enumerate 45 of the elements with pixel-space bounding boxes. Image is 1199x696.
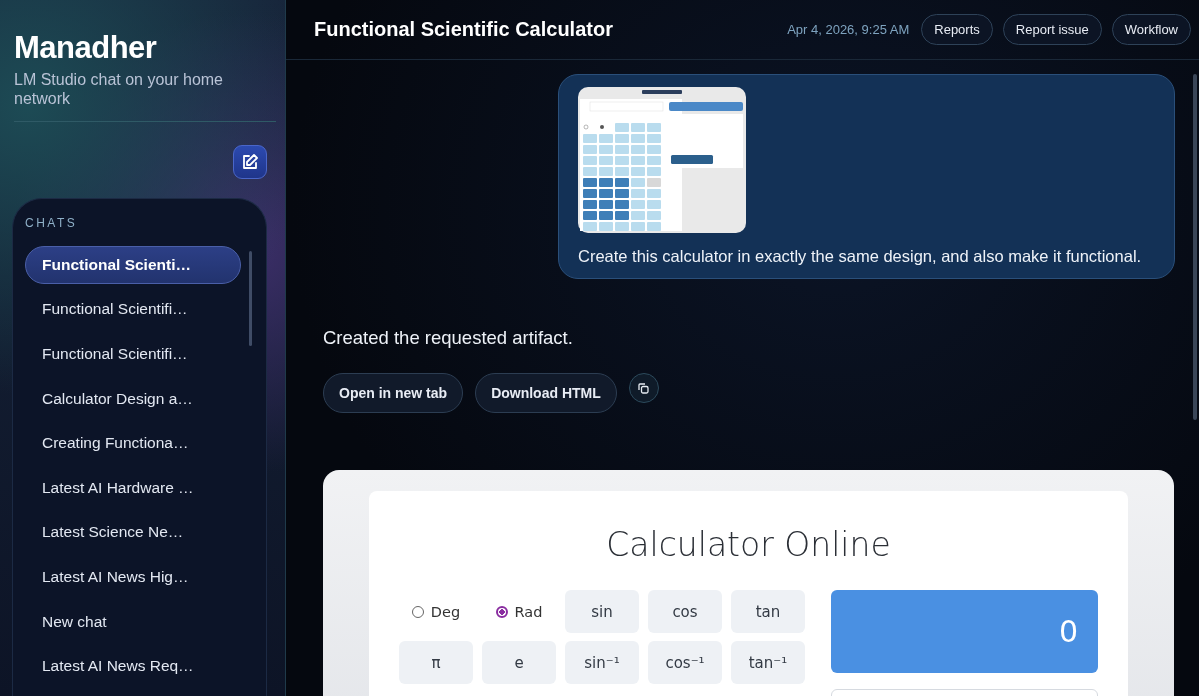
- angle-mode-radio[interactable]: Rad: [482, 590, 556, 633]
- timestamp: Apr 4, 2026, 9:25 AM: [787, 22, 910, 37]
- new-chat-button[interactable]: [233, 145, 267, 179]
- radio-label: Deg: [430, 603, 461, 620]
- copy-icon: [638, 382, 650, 394]
- chat-item[interactable]: Functional Scientifi…: [25, 335, 241, 373]
- calculator-key[interactable]: tan: [731, 590, 805, 633]
- chat-item[interactable]: Latest AI News Req…: [25, 647, 241, 685]
- chat-item[interactable]: Calculator Design a…: [25, 379, 241, 418]
- header-button[interactable]: Workflow: [1111, 14, 1191, 45]
- calculator-title: Calculator Online: [606, 525, 891, 564]
- calculator-key[interactable]: e: [482, 641, 556, 684]
- scrollbar[interactable]: [249, 251, 252, 346]
- scrollbar[interactable]: [1193, 74, 1197, 420]
- header-button[interactable]: Report issue: [1002, 14, 1102, 45]
- calculator-key[interactable]: π: [399, 641, 473, 684]
- chat-item[interactable]: Latest Science Ne…: [25, 513, 241, 552]
- chat-item[interactable]: Creating Functiona…: [25, 424, 241, 462]
- calculator-key[interactable]: tan⁻¹: [731, 641, 805, 684]
- action-button[interactable]: Download HTML: [475, 373, 617, 413]
- calculator-display: 0: [831, 590, 1098, 673]
- chat-item[interactable]: Latest AI News Hig…: [25, 558, 241, 596]
- chat-item[interactable]: Functional Scienti…: [25, 246, 241, 284]
- chat-title: Functional Scientific Calculator: [314, 18, 614, 41]
- app-title: Manadher: [14, 30, 158, 66]
- chat-item[interactable]: New chat: [25, 602, 241, 641]
- calculator-screenshot-drawing[interactable]: [578, 87, 746, 233]
- header-button[interactable]: Reports: [921, 14, 993, 45]
- clear-history-button: [671, 155, 713, 164]
- edit-icon: [241, 153, 259, 171]
- copy-button[interactable]: [628, 373, 659, 403]
- chat-item[interactable]: Latest AI Hardware …: [25, 468, 241, 507]
- app-subtitle: LM Studio chat on your home network: [14, 70, 224, 108]
- section-label: CHATS: [25, 216, 78, 230]
- calculator-key[interactable]: cos: [648, 590, 722, 633]
- assistant-message: Created the requested artifact.: [323, 327, 574, 349]
- radio-label: Rad: [514, 603, 543, 620]
- chat-item[interactable]: Functional Scientifi…: [25, 290, 241, 329]
- calculator-key[interactable]: cos⁻¹: [648, 641, 722, 684]
- message-text: Create this calculator in exactly the same design, and also make it functional.: [578, 247, 1143, 266]
- angle-mode-radio[interactable]: Deg: [399, 590, 473, 633]
- title-bar-drawing: [642, 90, 682, 94]
- action-button[interactable]: Open in new tab: [323, 373, 464, 413]
- calculator-key[interactable]: sin⁻¹: [565, 641, 639, 684]
- calculator-key[interactable]: sin: [565, 590, 639, 633]
